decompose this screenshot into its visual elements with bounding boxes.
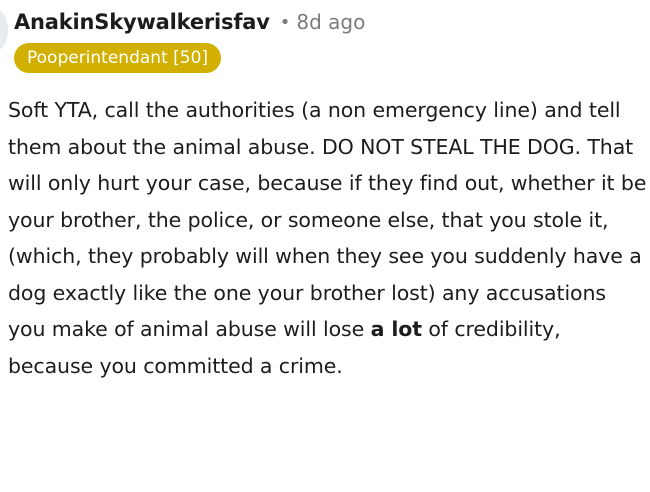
comment-body: Soft YTA, call the authorities (a non em… [8, 92, 648, 384]
comment: AnakinSkywalkerisfav • 8d ago Pooperinte… [0, 0, 650, 492]
comment-body-text: Soft YTA, call the authorities (a non em… [8, 98, 647, 341]
comment-body-bold: a lot [370, 317, 422, 341]
user-flair-badge: Pooperintendant [50] [14, 43, 222, 73]
separator-dot: • [279, 11, 291, 33]
username-link[interactable]: AnakinSkywalkerisfav [14, 10, 270, 34]
avatar[interactable] [0, 10, 8, 50]
comment-header: AnakinSkywalkerisfav • 8d ago [14, 8, 365, 36]
timestamp[interactable]: 8d ago [296, 10, 365, 34]
